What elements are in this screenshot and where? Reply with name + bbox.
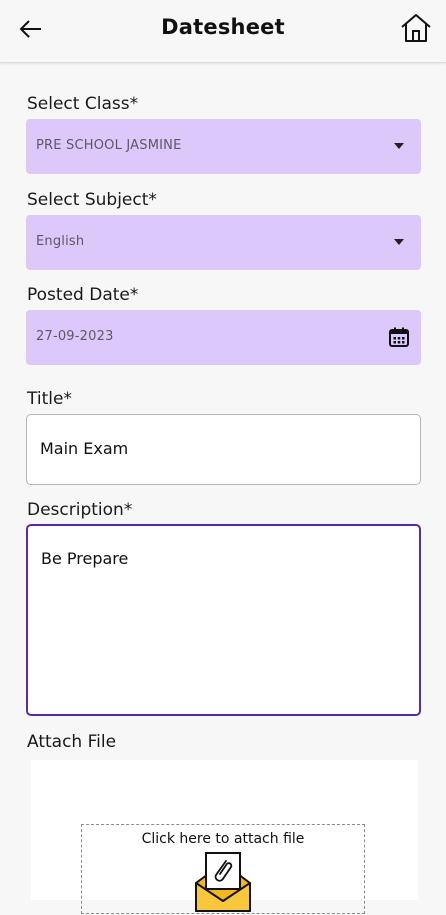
- title-input[interactable]: Main Exam: [26, 414, 421, 485]
- select-subject-label: Select Subject*: [27, 190, 157, 210]
- calendar-icon[interactable]: [388, 326, 410, 348]
- description-textarea-value: Be Prepare: [41, 549, 129, 568]
- chevron-down-icon: [394, 239, 404, 245]
- select-subject-dropdown[interactable]: English: [26, 215, 421, 270]
- select-class-dropdown[interactable]: PRE SCHOOL JASMINE: [26, 119, 421, 174]
- description-label: Description*: [27, 500, 133, 520]
- select-class-value: PRE SCHOOL JASMINE: [36, 138, 182, 153]
- posted-date-label: Posted Date*: [27, 285, 139, 305]
- attach-file-label: Attach File: [27, 732, 117, 752]
- app-bar: Datesheet: [0, 0, 446, 63]
- attach-file-dropzone[interactable]: Click here to attach file: [81, 824, 365, 914]
- title-label: Title*: [27, 389, 72, 409]
- attach-file-prompt: Click here to attach file: [141, 831, 305, 847]
- title-input-value: Main Exam: [40, 439, 129, 458]
- page-title: Datesheet: [161, 15, 285, 39]
- envelope-attachment-icon: [195, 852, 251, 912]
- select-subject-value: English: [36, 234, 85, 249]
- chevron-down-icon: [394, 143, 404, 149]
- select-class-label: Select Class*: [27, 94, 139, 114]
- description-textarea[interactable]: Be Prepare: [26, 524, 421, 716]
- attach-file-area: Click here to attach file: [31, 760, 418, 914]
- home-icon: [401, 14, 431, 42]
- home-button[interactable]: [398, 10, 434, 46]
- posted-date-value: 27-09-2023: [36, 329, 114, 344]
- posted-date-field[interactable]: 27-09-2023: [26, 310, 421, 365]
